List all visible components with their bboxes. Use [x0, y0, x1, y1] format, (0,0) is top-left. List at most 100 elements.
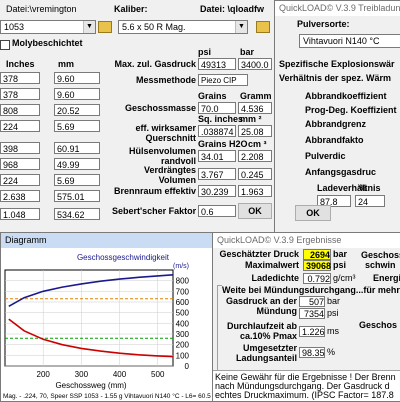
geschoss-label-3: Geschos — [359, 320, 398, 330]
unit-grains-h2o: Grains H2O — [198, 139, 248, 149]
pulversorte-value: Vihtavuori N140 °C — [303, 36, 380, 46]
left-row-mm[interactable]: 60.91 — [54, 142, 100, 154]
chevron-down-icon[interactable]: ▼ — [83, 21, 95, 33]
durchlauf-value: 1.226 — [299, 326, 325, 337]
verdraengtes-grains[interactable]: 3.767 — [198, 168, 236, 180]
brennraum-cm3[interactable]: 1.963 — [238, 185, 272, 197]
left-row-mm[interactable]: 534.62 — [54, 208, 100, 220]
treib-param-label: Spezifische Explosionswär — [279, 59, 395, 69]
geschossmasse-gramm[interactable]: 4.536 — [238, 102, 272, 114]
gasdruck-label-2: Mündung — [256, 306, 297, 316]
querschnitt-label-2: Querschnitt — [145, 133, 196, 143]
kaliber-combo-value: 5.6 x 50 R Mag. — [122, 22, 186, 32]
folder-icon[interactable] — [98, 21, 112, 33]
extra-field[interactable]: 24 — [355, 195, 385, 207]
unit-psi: psi — [198, 47, 212, 57]
y-tick-label: 400 — [176, 319, 190, 328]
chart-footer: Mag. - .224, 70, Speer SSP 1053 - 1.55 g… — [3, 392, 211, 400]
gasdruck-psi: 7354 — [299, 308, 325, 319]
durchlauf-unit: ms — [327, 326, 339, 336]
unit-cm3: cm ³ — [248, 139, 267, 149]
treib-param-label: Abbrandkoeffizient — [305, 91, 387, 101]
x-tick-label: 300 — [75, 370, 89, 379]
verdraengtes-label-2: Volumen — [158, 175, 196, 185]
left-row-mm[interactable]: 575.01 — [54, 190, 100, 202]
unit-bar: bar — [240, 47, 255, 57]
verdraengtes-cm3[interactable]: 0.245 — [238, 168, 272, 180]
left-row-mm[interactable]: 20.52 — [54, 104, 100, 116]
left-row-inches[interactable]: 1.048 — [0, 208, 40, 220]
durchlauf-label-2: ca.10% Pmax — [239, 331, 297, 341]
left-row-mm[interactable]: 9.60 — [54, 72, 100, 84]
gasdruck-psi-unit: psi — [327, 308, 339, 318]
y-tick-label: 200 — [176, 341, 190, 350]
max-gas-bar[interactable]: 3400.0 — [238, 58, 272, 70]
messmethode-label: Messmethode — [135, 75, 196, 85]
energie-label: Energi — [373, 273, 400, 283]
treib-param-label: Verhältnis der spez. Wärm — [279, 73, 392, 83]
gesch-druck-unit: bar — [333, 249, 348, 259]
brennraum-grains[interactable]: 30.239 — [198, 185, 236, 197]
datei-label: Datei:\vremington — [6, 4, 77, 14]
brennraum-label: Brennraum effektiv — [113, 186, 196, 196]
left-row-inches[interactable]: 2.638 — [0, 190, 40, 202]
ergebnisse-window: QuickLOAD© V.3.9 Ergebnisse Geschätzter … — [212, 232, 400, 402]
bullet-combo-value: 1053 — [4, 22, 25, 32]
left-row-mm[interactable]: 49.99 — [54, 158, 100, 170]
left-row-inches[interactable]: 224 — [0, 174, 40, 186]
ladedichte-value: 0.792 — [303, 273, 331, 284]
treib-param-label: Abbrandgrenz — [305, 119, 367, 129]
huelsen-grains[interactable]: 34.01 — [198, 150, 236, 162]
left-panel: Datei:\vremington 1053 ▼ Molybeschichtet… — [0, 0, 112, 232]
kaliber-combo[interactable]: 5.6 x 50 R Mag. ▼ — [118, 20, 248, 34]
messmethode-field[interactable]: Piezo CIP — [198, 74, 248, 86]
left-row-inches[interactable]: 378 — [0, 88, 40, 100]
message-line-3: echtes Druckmaximum. (IPSC Factor= 187.8 — [215, 390, 394, 400]
col-mm: mm — [58, 59, 75, 69]
moly-checkbox-label: Molybeschichtet — [12, 38, 83, 48]
diagramm-title: Diagramm — [1, 233, 213, 248]
moly-checkbox[interactable] — [0, 40, 10, 50]
ladedichte-unit: g/cm³ — [333, 273, 356, 283]
huelsen-cm3[interactable]: 2.208 — [238, 150, 272, 162]
left-row-inches[interactable]: 808 — [0, 104, 40, 116]
percent-label: % — [359, 183, 368, 193]
left-row-mm[interactable]: 9.60 — [54, 88, 100, 100]
left-row-mm[interactable]: 5.69 — [54, 120, 100, 132]
left-row-inches[interactable]: 398 — [0, 142, 40, 154]
gesch-druck-label: Geschätzter Druck — [219, 249, 299, 259]
treib-param-label: Anfangsgasdruc — [305, 167, 377, 177]
left-row-inches[interactable]: 378 — [0, 72, 40, 84]
y-tick-label: 100 — [176, 351, 190, 360]
gesch-druck-value: 2694 — [303, 249, 331, 260]
geschossmasse-grains[interactable]: 70.0 — [198, 102, 236, 114]
geschoss-label-2: schwin — [365, 260, 396, 270]
y-tick-label: 800 — [176, 277, 190, 286]
sebert-field[interactable]: 0.6 — [198, 205, 236, 217]
left-row-inches[interactable]: 224 — [0, 120, 40, 132]
weite-link[interactable]: Weite bei Mündungsdurchgang...für mehr h… — [222, 285, 400, 296]
querschnitt-mm2[interactable]: 25.08 — [238, 125, 272, 137]
diagramm-window: Diagramm 800 700 600 500 400 300 200 100 0 200 300… — [0, 232, 214, 402]
max-gas-psi[interactable]: 49313 — [198, 58, 236, 70]
y-tick-label: 300 — [176, 330, 190, 339]
maximalwert-value: 39068 — [303, 260, 331, 271]
umgesetzter-unit: % — [327, 347, 336, 357]
gasdruck-bar-unit: bar — [327, 296, 341, 306]
unit-grains: Grains — [198, 91, 227, 101]
querschnitt-sqin[interactable]: .038874 — [198, 125, 236, 137]
folder-icon[interactable] — [256, 21, 270, 33]
left-row-inches[interactable]: 968 — [0, 158, 40, 170]
curve-label: Geschossgeschwindigkeit — [77, 253, 170, 262]
treib-ok-button[interactable]: OK — [295, 205, 331, 221]
treibladung-window: QuickLOAD© V.3.9 Treibladung Pulversorte… — [274, 0, 400, 234]
chevron-down-icon[interactable]: ▼ — [235, 21, 247, 33]
ok-button[interactable]: OK — [238, 203, 272, 219]
unit-gramm: Gramm — [240, 91, 272, 101]
pulversorte-combo[interactable]: Vihtavuori N140 °C — [299, 34, 400, 48]
geschossmasse-label: Geschossmasse — [124, 103, 196, 113]
bullet-combo[interactable]: 1053 ▼ — [0, 20, 96, 34]
y-tick-label: 600 — [176, 298, 190, 307]
treib-param-label: Pulverdic — [305, 151, 346, 161]
left-row-mm[interactable]: 5.69 — [54, 174, 100, 186]
